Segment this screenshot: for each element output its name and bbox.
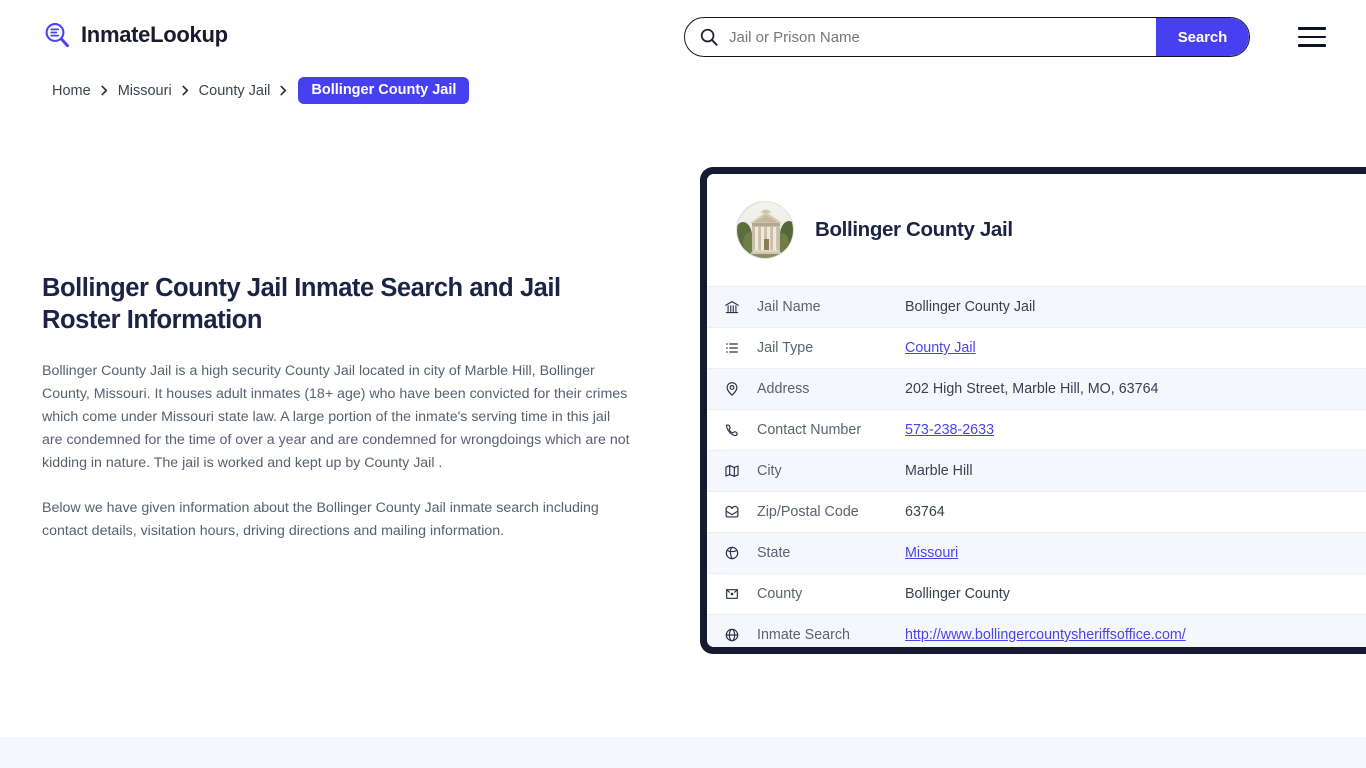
search-input[interactable] (718, 18, 1156, 56)
table-row: Address 202 High Street, Marble Hill, MO… (707, 368, 1366, 409)
breadcrumb-current: Bollinger County Jail (298, 77, 470, 104)
inmate-search-link[interactable]: http://www.bollingercountysheriffsoffice… (905, 627, 1186, 643)
search-icon (700, 28, 718, 46)
contact-number-link[interactable]: 573-238-2633 (905, 422, 994, 438)
phone-icon (723, 421, 741, 439)
map-icon (723, 462, 741, 480)
site-logo[interactable]: InmateLookup (42, 20, 228, 50)
row-label: City (757, 463, 782, 479)
table-row: State Missouri (707, 532, 1366, 573)
map-pin-icon (723, 380, 741, 398)
row-label: Address (757, 381, 810, 397)
row-value: Marble Hill (905, 463, 973, 479)
chevron-right-icon (181, 85, 190, 96)
chevron-right-icon (279, 85, 288, 96)
card-title: Bollinger County Jail (815, 218, 1013, 241)
hamburger-bar (1298, 44, 1326, 47)
chevron-right-icon (100, 85, 109, 96)
row-value: Bollinger County Jail (905, 299, 1036, 315)
row-label: Jail Type (757, 340, 814, 356)
row-label: County (757, 586, 803, 602)
breadcrumb: Home Missouri County Jail Bollinger Coun… (52, 77, 470, 104)
breadcrumb-item-county-jail[interactable]: County Jail (199, 83, 271, 99)
world-icon (723, 626, 741, 644)
globe-pin-icon (723, 544, 741, 562)
table-row: City Marble Hill (707, 450, 1366, 491)
row-label: Zip/Postal Code (757, 504, 859, 520)
search-document-icon (42, 20, 72, 50)
row-value: County Jail (905, 340, 976, 356)
breadcrumb-item-home[interactable]: Home (52, 83, 91, 99)
page-title: Bollinger County Jail Inmate Search and … (42, 274, 561, 335)
state-link[interactable]: Missouri (905, 545, 958, 561)
row-value: http://www.bollingercountysheriffsoffice… (905, 627, 1186, 643)
jail-info-card-inner: Bollinger County Jail Jail Name Bollinge… (707, 174, 1366, 647)
footer-band (0, 737, 1366, 768)
row-value: Bollinger County (905, 586, 1010, 602)
hamburger-menu-icon[interactable] (1298, 27, 1326, 47)
jail-type-link[interactable]: County Jail (905, 340, 976, 356)
jail-info-card: Bollinger County Jail Jail Name Bollinge… (700, 167, 1366, 654)
table-row: Jail Name Bollinger County Jail (707, 286, 1366, 327)
row-label: State (757, 545, 791, 561)
row-value: Missouri (905, 545, 958, 561)
row-label: Contact Number (757, 422, 862, 438)
table-row: Contact Number 573-238-2633 (707, 409, 1366, 450)
row-label: Jail Name (757, 299, 821, 315)
breadcrumb-item-missouri[interactable]: Missouri (118, 83, 172, 99)
row-value: 573-238-2633 (905, 422, 994, 438)
envelope-icon (723, 503, 741, 521)
table-row: Inmate Search http://www.bollingercounty… (707, 614, 1366, 647)
logo-text: InmateLookup (81, 22, 228, 47)
table-row: Zip/Postal Code 63764 (707, 491, 1366, 532)
bank-icon (723, 298, 741, 316)
search-area: Search (684, 17, 1250, 57)
row-value: 202 High Street, Marble Hill, MO, 63764 (905, 381, 1159, 397)
search-box[interactable]: Search (684, 17, 1250, 57)
jail-info-table: Jail Name Bollinger County Jail Jail Typ… (707, 286, 1366, 647)
description-paragraph-2: Below we have given information about th… (42, 500, 599, 540)
page-root: InmateLookup Search Home (0, 0, 1366, 768)
card-header: Bollinger County Jail (707, 174, 1366, 286)
main-content: Bollinger County Jail Inmate Search and … (42, 272, 642, 543)
list-icon (723, 339, 741, 357)
hamburger-bar (1298, 27, 1326, 30)
search-button[interactable]: Search (1156, 18, 1249, 56)
table-row: Jail Type County Jail (707, 327, 1366, 368)
table-row: County Bollinger County (707, 573, 1366, 614)
row-value: 63764 (905, 504, 945, 520)
row-label: Inmate Search (757, 627, 850, 643)
courthouse-photo (736, 201, 794, 259)
site-header: InmateLookup Search (0, 0, 1366, 74)
description-paragraph-1: Bollinger County Jail is a high security… (42, 363, 630, 472)
hamburger-bar (1298, 35, 1326, 39)
county-icon (723, 585, 741, 603)
